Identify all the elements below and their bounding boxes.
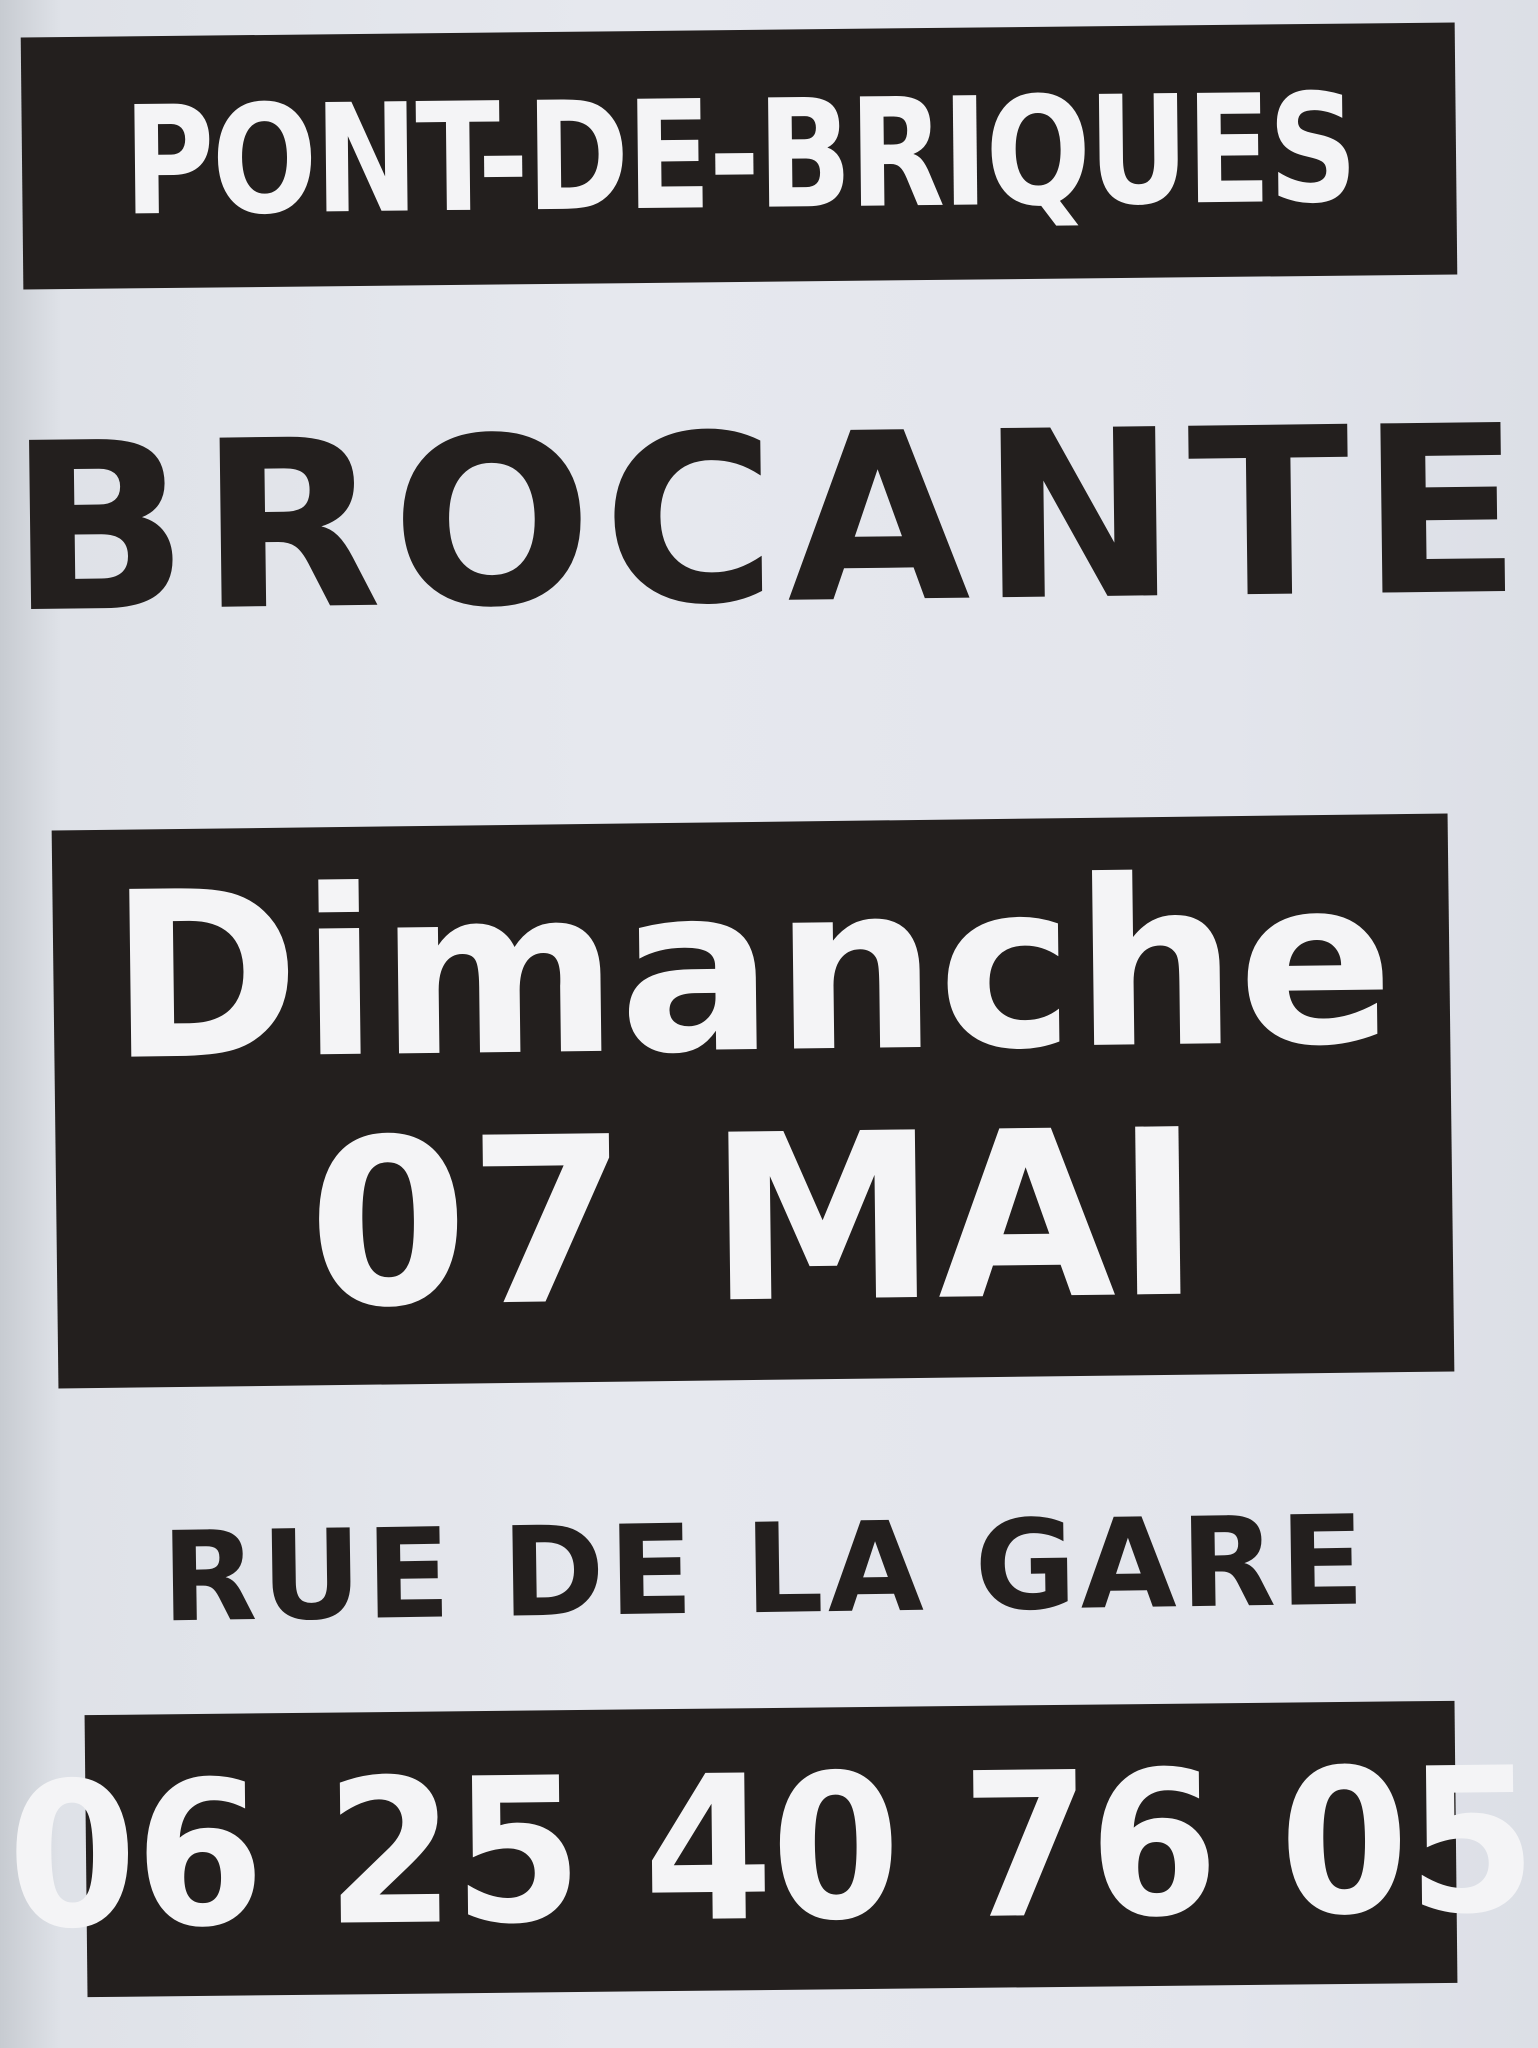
- town-banner: PONT-DE-BRIQUES: [20, 22, 1458, 290]
- date-banner: Dimanche 07 MAI: [51, 813, 1455, 1389]
- event-date: 07 MAI: [306, 1081, 1203, 1360]
- contact-phone: 06 25 40 76 05: [6, 1724, 1536, 1974]
- event-title: BROCANTE: [6, 375, 1534, 665]
- town-name: PONT-DE-BRIQUES: [122, 62, 1356, 250]
- poster-sheet: PONT-DE-BRIQUES BROCANTE Dimanche 07 MAI…: [0, 0, 1538, 2048]
- event-location: RUE DE LA GARE: [160, 1489, 1370, 1651]
- event-day: Dimanche: [107, 829, 1396, 1112]
- phone-banner: 06 25 40 76 05: [6, 1700, 1536, 1998]
